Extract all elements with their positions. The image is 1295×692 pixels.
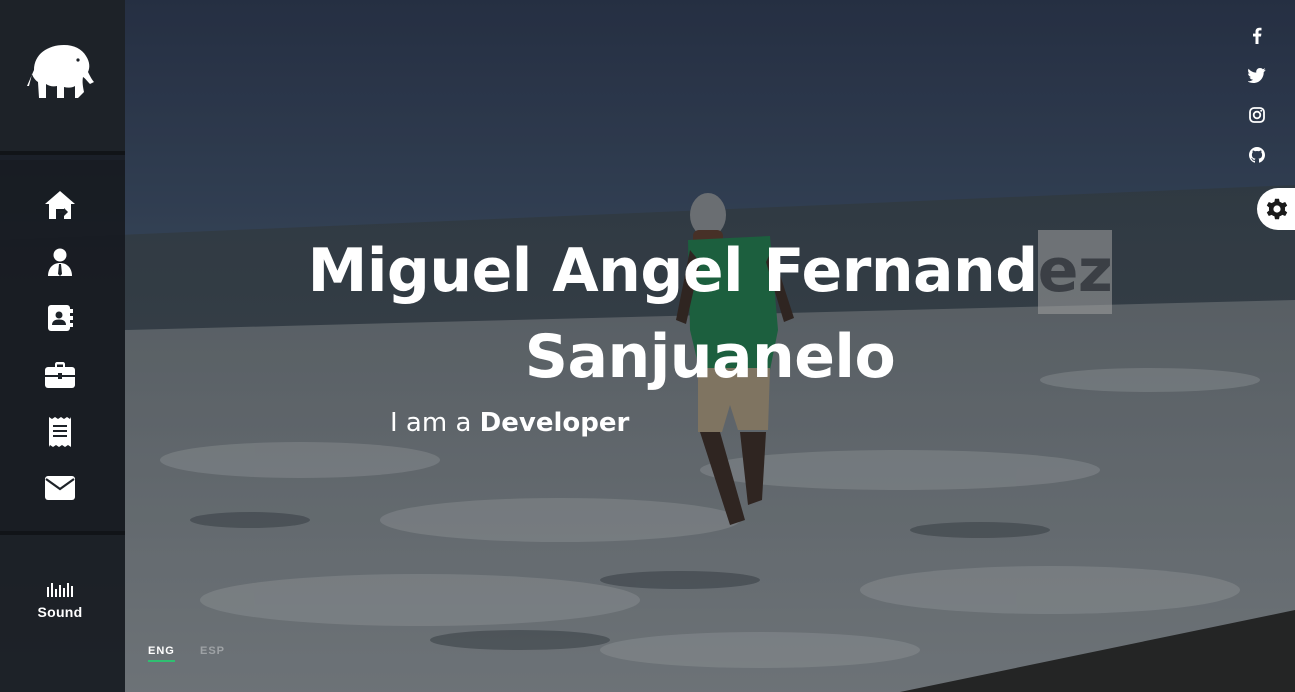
user-icon xyxy=(48,248,72,276)
hero-subtitle-role: Developer xyxy=(479,408,630,438)
hero-title: Miguel Angel Fernandez Sanjuanelo xyxy=(140,228,1280,400)
hero-subtitle: I am a Developer xyxy=(390,408,629,438)
github-icon xyxy=(1249,147,1265,163)
briefcase-icon xyxy=(45,362,75,388)
home-icon xyxy=(45,191,75,219)
sound-toggle[interactable]: Sound xyxy=(0,582,120,632)
receipt-icon xyxy=(49,417,71,447)
nav-contact[interactable] xyxy=(38,468,82,508)
sidebar-nav xyxy=(0,160,125,535)
nav-home[interactable] xyxy=(38,185,82,225)
language-esp[interactable]: ESP xyxy=(200,645,225,657)
elephant-logo-icon xyxy=(27,45,94,98)
envelope-icon xyxy=(45,476,75,500)
hero-subtitle-prefix: I am a xyxy=(390,408,472,438)
nav-blog[interactable] xyxy=(38,412,82,452)
logo-container[interactable] xyxy=(0,0,125,155)
twitter-link[interactable] xyxy=(1246,64,1268,86)
hero-title-highlight: ez xyxy=(1037,230,1113,314)
nav-about[interactable] xyxy=(38,242,82,282)
facebook-link[interactable] xyxy=(1246,24,1268,46)
nav-portfolio[interactable] xyxy=(38,355,82,395)
sound-bars-icon xyxy=(0,582,120,597)
language-eng[interactable]: ENG xyxy=(148,645,175,662)
twitter-icon xyxy=(1248,67,1266,83)
sidebar: Sound xyxy=(0,0,125,692)
hero-title-main: Miguel Angel Fernand xyxy=(307,236,1039,306)
sound-label: Sound xyxy=(37,604,83,620)
instagram-icon xyxy=(1249,107,1265,123)
github-link[interactable] xyxy=(1246,144,1268,166)
gear-icon xyxy=(1266,198,1288,220)
nav-resume[interactable] xyxy=(38,298,82,338)
settings-button[interactable] xyxy=(1257,188,1295,230)
facebook-icon xyxy=(1253,27,1262,44)
contact-card-icon xyxy=(48,305,73,331)
instagram-link[interactable] xyxy=(1246,104,1268,126)
hero-title-line2: Sanjuanelo xyxy=(524,322,896,392)
